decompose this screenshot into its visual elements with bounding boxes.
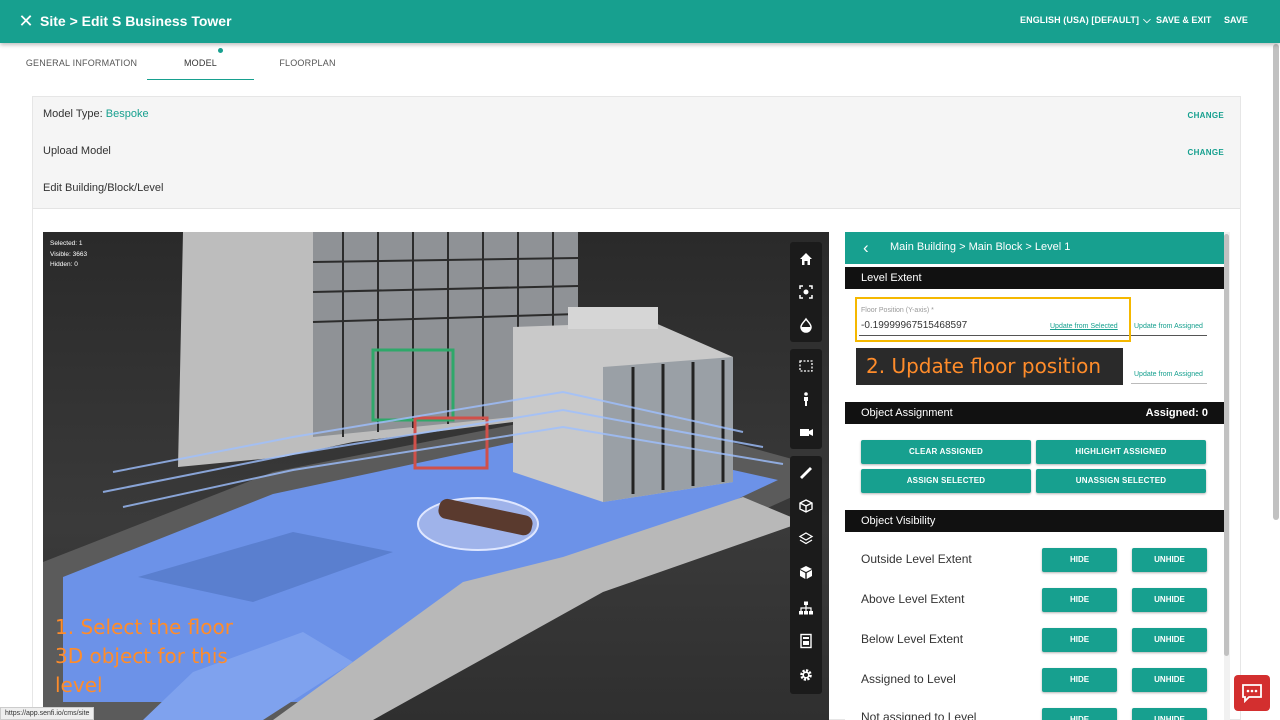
visibility-label-above: Above Level Extent — [861, 592, 965, 606]
hide-assigned-button[interactable]: HIDE — [1042, 668, 1117, 692]
annotation-update-floor: 2. Update floor position — [856, 348, 1123, 385]
hide-outside-button[interactable]: HIDE — [1042, 548, 1117, 572]
ruler-icon[interactable] — [790, 459, 822, 487]
breadcrumb: Main Building > Main Block > Level 1 — [890, 241, 1071, 253]
level-extent-title: Level Extent — [861, 272, 922, 284]
highlight-assigned-button[interactable]: HIGHLIGHT ASSIGNED — [1036, 440, 1206, 464]
upload-model-row: Upload Model CHANGE — [33, 134, 1240, 172]
tab-indicator-dot — [218, 48, 223, 53]
camera-icon[interactable] — [790, 418, 822, 446]
language-label: ENGLISH (USA) [DEFAULT] — [1020, 15, 1140, 25]
visibility-label-not-assigned: Not assigned to Level — [861, 710, 977, 720]
model-type-row: Model Type: Bespoke CHANGE — [33, 97, 1240, 135]
chevron-down-icon: ⌵ — [1143, 15, 1151, 26]
hidden-count: Hidden: 0 — [50, 261, 78, 268]
chat-button[interactable] — [1234, 675, 1270, 711]
model-type-value: Bespoke — [105, 108, 149, 120]
side-panel-header: ‹ Main Building > Main Block > Level 1 — [845, 232, 1224, 264]
object-visibility-header: Object Visibility — [845, 510, 1224, 532]
update-from-assigned-link[interactable]: Update from Assigned — [1134, 323, 1203, 330]
structure-icon[interactable] — [790, 594, 822, 622]
edit-building-row[interactable]: Edit Building/Block/Level — [33, 171, 1240, 209]
field-underline-2 — [1131, 383, 1207, 384]
model-type-label: Model Type: Bespoke — [43, 108, 149, 120]
object-assignment-title: Object Assignment — [861, 407, 953, 419]
render-mode-icon[interactable] — [790, 311, 822, 339]
selected-count: Selected: 1 — [50, 240, 83, 247]
back-arrow-icon[interactable]: ‹ — [863, 238, 869, 258]
unhide-above-button[interactable]: UNHIDE — [1132, 588, 1207, 612]
edit-building-label: Edit Building/Block/Level — [43, 182, 164, 194]
save-exit-button[interactable]: SAVE & EXIT — [1156, 15, 1211, 25]
unhide-outside-button[interactable]: UNHIDE — [1132, 548, 1207, 572]
hide-above-button[interactable]: HIDE — [1042, 588, 1117, 612]
unhide-assigned-button[interactable]: UNHIDE — [1132, 668, 1207, 692]
viewer-toolbar-navigation — [790, 242, 822, 342]
annotation-line-1: 1. Select the floor — [55, 615, 233, 639]
properties-icon[interactable] — [790, 627, 822, 655]
visibility-label-assigned: Assigned to Level — [861, 672, 956, 686]
update-from-assigned-link-2[interactable]: Update from Assigned — [1134, 371, 1203, 378]
person-icon[interactable] — [790, 385, 822, 413]
unhide-below-button[interactable]: UNHIDE — [1132, 628, 1207, 652]
model-viewer[interactable]: Selected: 1 Visible: 3663 Hidden: 0 1. S… — [43, 232, 829, 720]
level-extent-header: Level Extent — [845, 267, 1224, 289]
rooftop-units — [568, 307, 658, 329]
page-title: Site > Edit S Business Tower — [40, 13, 232, 29]
language-select[interactable]: ENGLISH (USA) [DEFAULT] ⌵ — [1020, 15, 1151, 26]
fit-view-icon[interactable] — [790, 278, 822, 306]
close-icon[interactable]: ✕ — [16, 11, 36, 31]
tab-floorplan[interactable]: FLOORPLAN — [254, 43, 361, 80]
level-side-panel: ‹ Main Building > Main Block > Level 1 L… — [845, 232, 1224, 720]
unassign-selected-button[interactable]: UNASSIGN SELECTED — [1036, 469, 1206, 493]
model-icon[interactable] — [790, 558, 822, 586]
tab-model-label: MODEL — [183, 58, 217, 68]
home-icon[interactable] — [790, 245, 822, 273]
visible-count: Visible: 3663 — [50, 250, 88, 258]
top-bar: ✕ Site > Edit S Business Tower ENGLISH (… — [0, 0, 1280, 43]
save-button[interactable]: SAVE — [1224, 15, 1248, 25]
assigned-count: Assigned: 0 — [1145, 407, 1208, 419]
change-upload-model-button[interactable]: CHANGE — [1188, 148, 1224, 157]
hide-not-assigned-button[interactable]: HIDE — [1042, 708, 1117, 720]
visibility-label-below: Below Level Extent — [861, 632, 964, 646]
object-visibility-title: Object Visibility — [861, 515, 936, 527]
viewer-toolbar-selection — [790, 349, 822, 449]
object-assignment-header: Object Assignment Assigned: 0 — [845, 402, 1224, 424]
gear-icon[interactable] — [790, 661, 822, 689]
model-type-key: Model Type: — [43, 108, 103, 120]
visibility-label-outside: Outside Level Extent — [861, 552, 972, 566]
select-box-icon[interactable] — [790, 352, 822, 380]
annotation-select-floor: 1. Select the floor 3D object for this l… — [55, 613, 233, 700]
annotation-line-2: 3D object for this — [55, 644, 228, 668]
viewer-toolbar-tools — [790, 456, 822, 694]
chat-icon — [1242, 684, 1262, 703]
highlight-box — [855, 297, 1131, 342]
clear-assigned-button[interactable]: CLEAR ASSIGNED — [861, 440, 1031, 464]
status-url: https://app.senfi.io/cms/site — [0, 707, 95, 720]
unhide-not-assigned-button[interactable]: UNHIDE — [1132, 708, 1207, 720]
upload-model-label: Upload Model — [43, 145, 111, 157]
page-scroll-thumb[interactable] — [1273, 44, 1279, 520]
hide-below-button[interactable]: HIDE — [1042, 628, 1117, 652]
layers-icon[interactable] — [790, 525, 822, 553]
annotation-line-3: level — [55, 673, 103, 697]
section-box-icon[interactable] — [790, 492, 822, 520]
change-model-type-button[interactable]: CHANGE — [1188, 111, 1224, 120]
tab-bar: GENERAL INFORMATION MODEL FLOORPLAN — [16, 43, 1246, 81]
tab-model[interactable]: MODEL — [147, 43, 254, 80]
side-panel-scroll-thumb[interactable] — [1224, 234, 1229, 656]
tab-general-information[interactable]: GENERAL INFORMATION — [16, 43, 147, 80]
assign-selected-button[interactable]: ASSIGN SELECTED — [861, 469, 1031, 493]
viewer-stats: Selected: 1 Visible: 3663 Hidden: 0 — [50, 239, 87, 271]
